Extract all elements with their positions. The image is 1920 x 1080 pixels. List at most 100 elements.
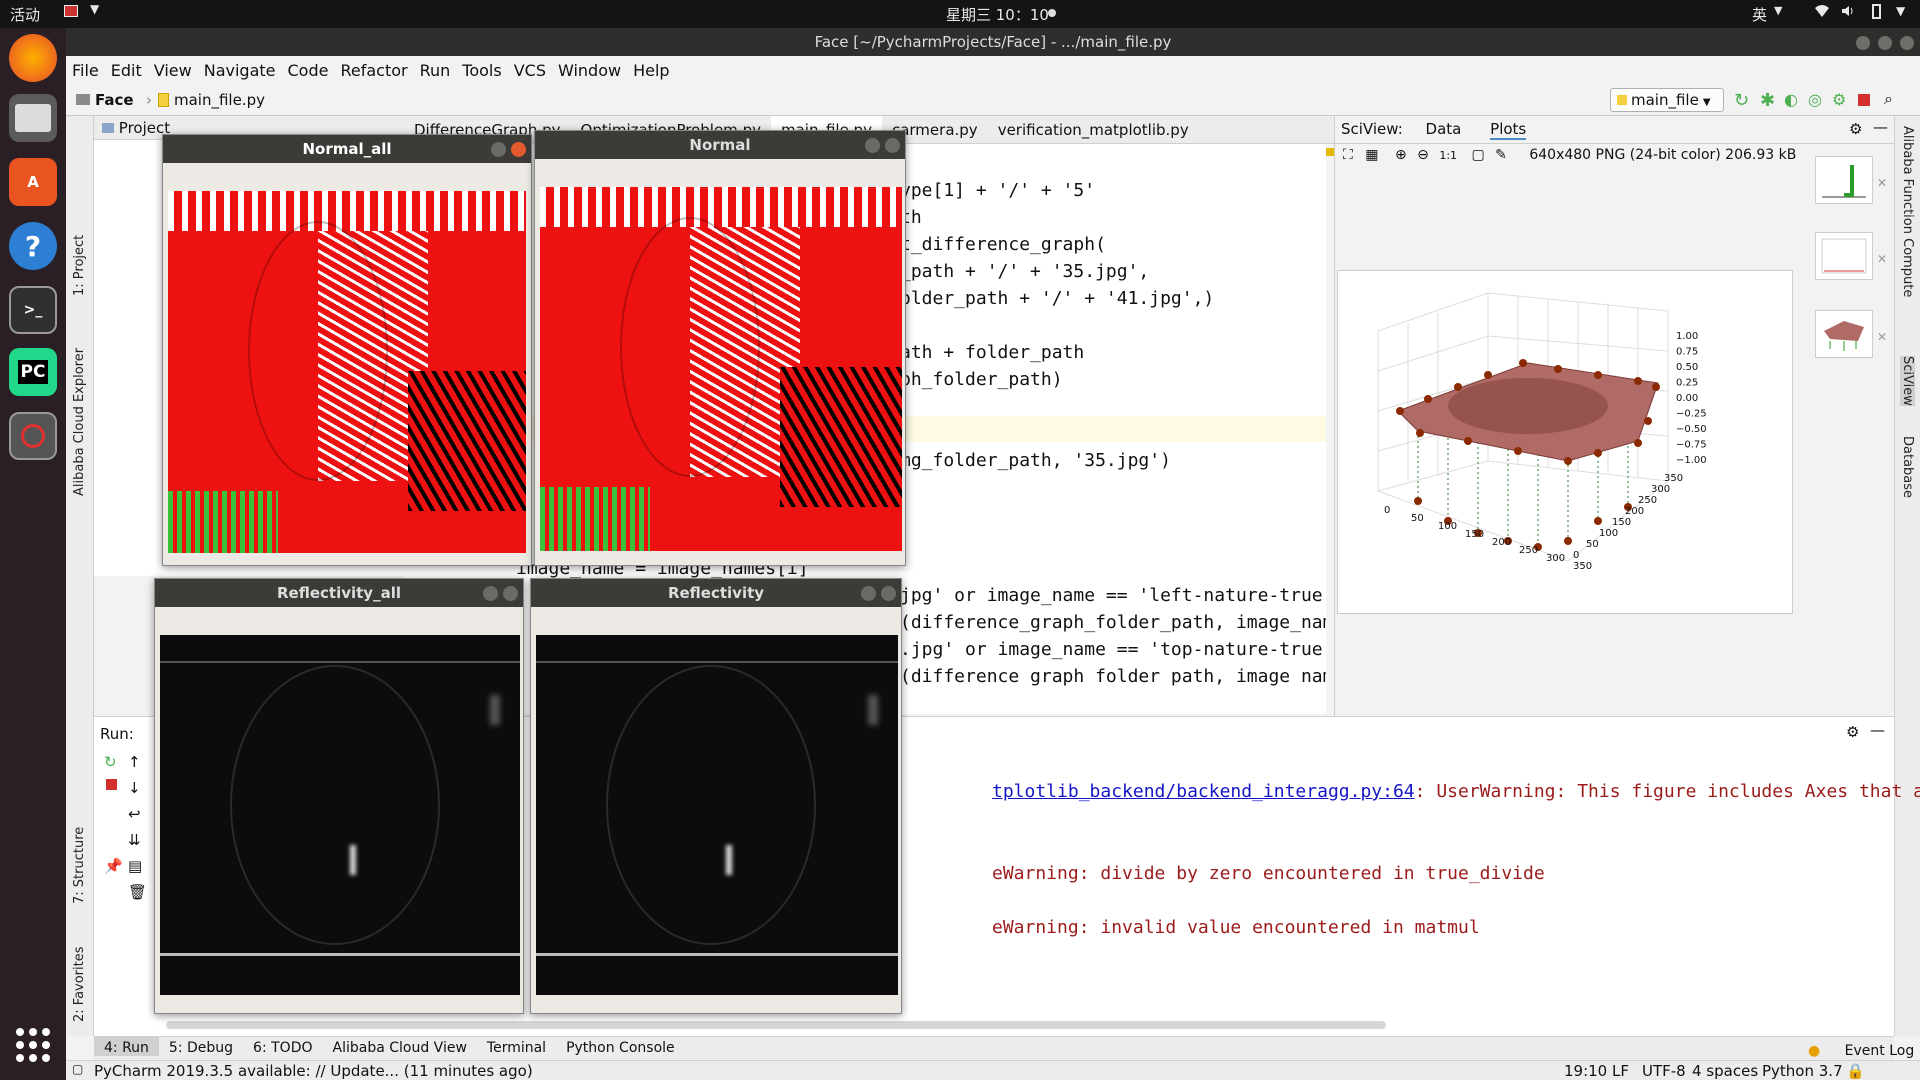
maximize-icon[interactable]: [1878, 36, 1892, 50]
indent-setting[interactable]: 4 spaces: [1692, 1062, 1758, 1080]
interpreter[interactable]: Python 3.7: [1762, 1062, 1843, 1080]
files-icon[interactable]: [9, 94, 57, 142]
menu-file[interactable]: File: [66, 56, 105, 80]
input-method[interactable]: 英: [1752, 4, 1767, 25]
firefox-icon[interactable]: [9, 34, 57, 82]
menu-view[interactable]: View: [148, 56, 198, 80]
rerun-icon[interactable]: ↻: [104, 753, 117, 771]
breadcrumb-file[interactable]: main_file.py: [174, 91, 265, 109]
editor-scroll-marker-strip[interactable]: [1326, 144, 1334, 714]
close-icon[interactable]: [885, 138, 900, 153]
tool-run[interactable]: 4: Run: [94, 1037, 159, 1056]
app-grid-icon[interactable]: [16, 1028, 50, 1062]
gear-icon[interactable]: ⚙: [1849, 120, 1862, 138]
tool-favorites[interactable]: 2: Favorites: [72, 946, 87, 1022]
concurrency-icon[interactable]: ⚙: [1832, 90, 1846, 109]
tool-structure[interactable]: 7: Structure: [72, 827, 87, 904]
tool-event-log[interactable]: ● Event Log: [1788, 1037, 1920, 1059]
minimize-icon[interactable]: [483, 586, 498, 601]
line-separator[interactable]: LF: [1612, 1062, 1629, 1080]
soft-wrap-icon[interactable]: ↩: [128, 805, 141, 823]
breadcrumb-project[interactable]: Face: [95, 91, 134, 109]
actual-size-button[interactable]: 1:1: [1439, 149, 1457, 162]
battery-icon[interactable]: [1872, 4, 1881, 19]
tab-plots[interactable]: Plots: [1490, 120, 1527, 140]
tab-verification-matplotlib[interactable]: verification_matplotlib.py: [988, 116, 1199, 143]
gear-icon[interactable]: ⚙: [1846, 723, 1859, 741]
menu-window[interactable]: Window: [552, 56, 627, 80]
color-picker-icon[interactable]: ✎: [1495, 147, 1507, 163]
clock[interactable]: 星期三 10：10: [946, 4, 1049, 25]
run-config-select[interactable]: main_file ▼: [1610, 88, 1724, 112]
software-center-icon[interactable]: A: [9, 158, 57, 206]
hide-icon[interactable]: —: [1873, 118, 1888, 136]
search-icon[interactable]: ⌕: [1884, 89, 1893, 109]
flag-icon[interactable]: [64, 5, 78, 17]
help-icon[interactable]: ?: [9, 222, 57, 270]
cv-window-reflectivity-all[interactable]: Reflectivity_all: [154, 578, 524, 1014]
update-notification[interactable]: PyCharm 2019.3.5 available: // Update...…: [94, 1062, 533, 1080]
menu-edit[interactable]: Edit: [105, 56, 148, 80]
chevron-down-icon[interactable]: ▼: [90, 2, 99, 16]
terminal-icon[interactable]: >_: [9, 286, 57, 334]
close-icon[interactable]: ✕: [1877, 176, 1887, 190]
cv-window-titlebar[interactable]: Reflectivity_all: [155, 579, 523, 607]
tab-data[interactable]: Data: [1426, 120, 1462, 138]
menu-navigate[interactable]: Navigate: [198, 56, 282, 80]
arrow-up-icon[interactable]: ↑: [128, 753, 141, 771]
close-icon[interactable]: [503, 586, 518, 601]
tool-project[interactable]: 1: Project: [72, 235, 87, 296]
console-link[interactable]: tplotlib_backend/backend_interagg.py:64: [992, 781, 1415, 802]
cv-window-normal[interactable]: Normal: [534, 130, 906, 566]
thumbnail-3[interactable]: [1815, 310, 1873, 358]
menu-refactor[interactable]: Refactor: [334, 56, 413, 80]
tool-terminal[interactable]: Terminal: [477, 1037, 556, 1056]
grid-icon[interactable]: ▦: [1365, 147, 1378, 163]
profile-icon[interactable]: ◎: [1808, 90, 1822, 109]
cv-window-normal-all[interactable]: Normal_all: [162, 134, 532, 566]
fit-icon[interactable]: ⛶: [1343, 147, 1353, 163]
tool-debug[interactable]: 5: Debug: [159, 1037, 243, 1056]
pycharm-icon[interactable]: PC: [9, 348, 57, 396]
coverage-icon[interactable]: ◐: [1784, 90, 1798, 109]
close-icon[interactable]: [881, 586, 896, 601]
stop-icon[interactable]: [1858, 94, 1870, 106]
cv-window-titlebar[interactable]: Reflectivity: [531, 579, 901, 607]
debug-icon[interactable]: ✱: [1760, 90, 1775, 111]
rerun-icon[interactable]: ↻: [1734, 90, 1749, 111]
tool-alibaba-cloud-view[interactable]: Alibaba Cloud View: [323, 1037, 477, 1056]
menu-help[interactable]: Help: [627, 56, 675, 80]
lock-icon[interactable]: 🔒: [1846, 1062, 1865, 1080]
tool-database[interactable]: Database: [1900, 436, 1915, 498]
minimize-icon[interactable]: [865, 138, 880, 153]
tool-alibaba-cloud-explorer[interactable]: Alibaba Cloud Explorer: [72, 348, 87, 496]
app-icon[interactable]: [9, 412, 57, 460]
cv-window-titlebar[interactable]: Normal: [535, 131, 905, 159]
thumbnail-1[interactable]: [1815, 156, 1873, 204]
close-icon[interactable]: [511, 142, 526, 157]
chevron-down-icon[interactable]: ▼: [1896, 4, 1905, 18]
print-icon[interactable]: ▤: [128, 857, 142, 875]
tool-todo[interactable]: 6: TODO: [243, 1037, 322, 1056]
activities-button[interactable]: 活动: [10, 4, 40, 25]
stop-icon[interactable]: [106, 779, 117, 790]
hide-icon[interactable]: —: [1870, 721, 1885, 739]
panel-toggle-icon[interactable]: ▢: [72, 1062, 83, 1076]
cursor-position[interactable]: 19:10: [1564, 1062, 1607, 1080]
menu-code[interactable]: Code: [282, 56, 335, 80]
close-icon[interactable]: ✕: [1877, 252, 1887, 266]
zoom-out-icon[interactable]: ⊖: [1417, 147, 1429, 163]
menu-tools[interactable]: Tools: [456, 56, 507, 80]
minimize-icon[interactable]: [861, 586, 876, 601]
close-icon[interactable]: ✕: [1877, 330, 1887, 344]
tool-python-console[interactable]: Python Console: [556, 1037, 685, 1056]
thumbnail-2[interactable]: [1815, 232, 1873, 280]
background-icon[interactable]: ▢: [1471, 147, 1484, 163]
horizontal-scrollbar[interactable]: [166, 1021, 1386, 1029]
wifi-icon[interactable]: [1814, 3, 1830, 23]
cv-window-titlebar[interactable]: Normal_all: [163, 135, 531, 163]
menu-run[interactable]: Run: [414, 56, 457, 80]
volume-icon[interactable]: [1840, 3, 1856, 23]
close-icon[interactable]: [1900, 36, 1914, 50]
scroll-to-end-icon[interactable]: ⇊: [128, 831, 141, 849]
